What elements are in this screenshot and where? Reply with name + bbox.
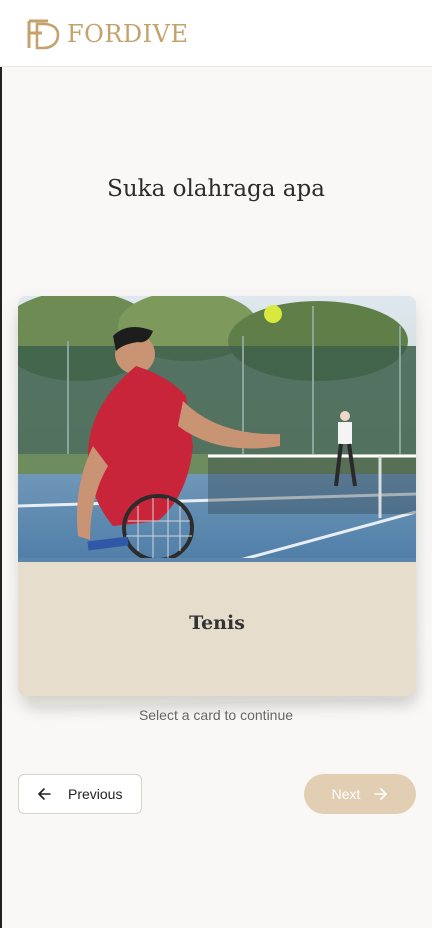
tennis-player-image bbox=[18, 296, 416, 562]
previous-button[interactable]: Previous bbox=[18, 774, 142, 814]
brand-name: FORDIVE bbox=[67, 20, 189, 48]
card-label: Tenis bbox=[189, 612, 245, 634]
question-title: Suka olahraga apa bbox=[107, 176, 325, 202]
next-label: Next bbox=[331, 786, 361, 802]
instruction-hint: Select a card to continue bbox=[138, 707, 294, 723]
next-button[interactable]: Next bbox=[304, 774, 416, 814]
brand-logo[interactable]: FORDIVE bbox=[26, 17, 188, 51]
arrow-right-icon bbox=[374, 787, 388, 801]
header: FORDIVE bbox=[0, 0, 432, 67]
option-card-tenis[interactable]: Tenis bbox=[18, 296, 416, 696]
fd-monogram-icon bbox=[27, 19, 60, 50]
previous-label: Previous bbox=[68, 786, 123, 802]
arrow-left-icon bbox=[37, 787, 51, 801]
